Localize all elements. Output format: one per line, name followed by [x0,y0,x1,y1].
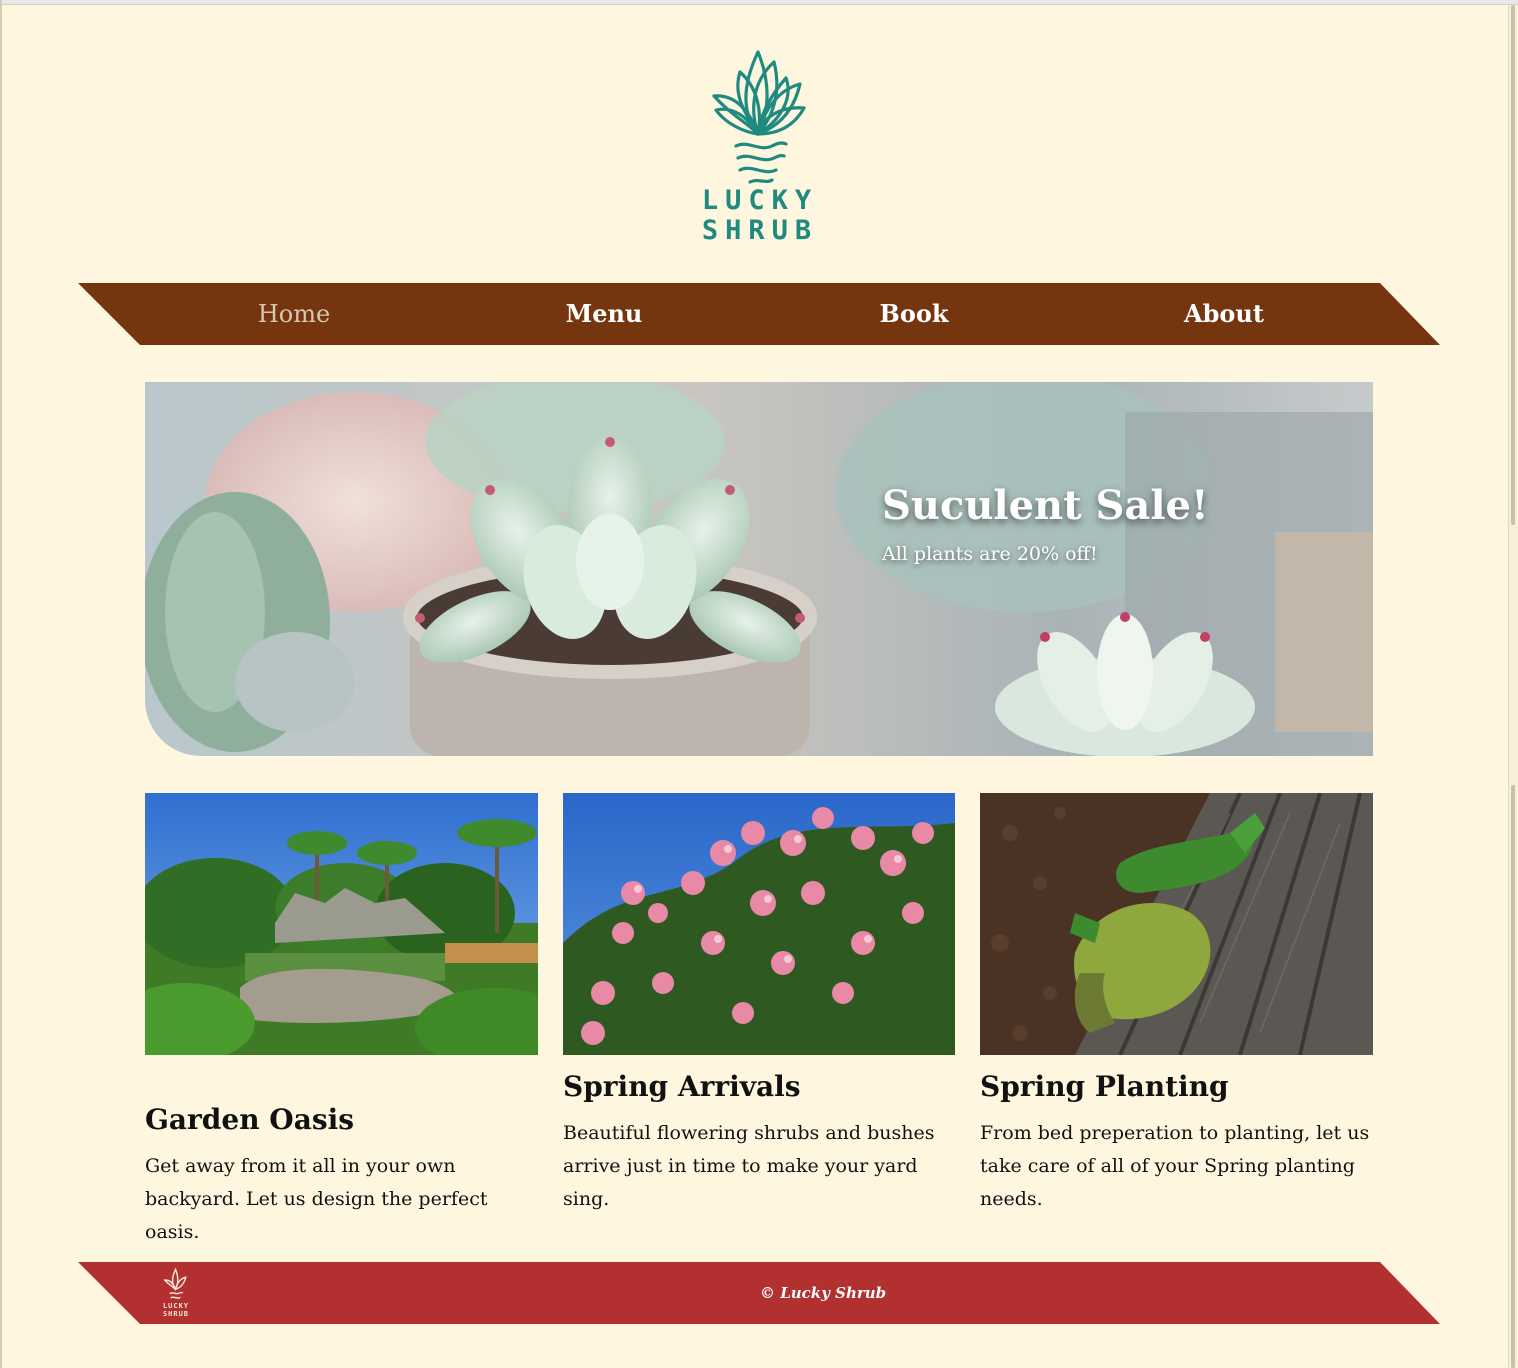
hero-banner[interactable]: Suculent Sale! All plants are 20% off! [145,382,1373,756]
hero-title: Suculent Sale! [882,482,1209,529]
copyright-text: © Lucky Shrub [760,1284,887,1302]
scrollbar-thumb[interactable] [1511,5,1515,525]
succulent-hero-image [145,382,1373,756]
garden-gloves-photo [980,793,1373,1055]
hero-subtitle: All plants are 20% off! [882,543,1098,565]
card-text-spring-arrivals: Beautiful flowering shrubs and bushes ar… [563,1122,935,1210]
card-text-spring-planting: From bed preperation to planting, let us… [980,1122,1370,1210]
card-title-spring-planting: Spring Planting [980,1070,1229,1103]
garden-oasis-image[interactable] [145,793,538,1055]
card-text-garden-oasis: Get away from it all in your own backyar… [145,1155,488,1243]
spring-arrivals-image[interactable] [563,793,955,1055]
card-title-garden-oasis: Garden Oasis [145,1103,355,1136]
card-title-spring-arrivals: Spring Arrivals [563,1070,801,1103]
tropical-garden-photo [145,793,538,1055]
browser-top-edge [0,0,1518,5]
footer-plant-logo-icon [163,1268,187,1299]
pink-oleander-flowers-photo [563,793,955,1055]
site-logo[interactable]: LUCKY SHRUB [700,46,820,251]
spring-planting-image[interactable] [980,793,1373,1055]
footer-logo-text-shrub: SHRUB [162,1310,190,1318]
nav-item-about[interactable]: About [1124,283,1324,345]
main-navigation: Home Menu Book About [78,283,1440,345]
nav-item-home[interactable]: Home [194,283,394,345]
scrollbar-track-segment [1511,785,1515,1368]
logo-text-shrub: SHRUB [701,215,819,246]
site-footer: LUCKY SHRUB © Lucky Shrub [78,1262,1440,1324]
footer-logo[interactable]: LUCKY SHRUB [160,1268,192,1318]
nav-item-book[interactable]: Book [814,283,1014,345]
footer-logo-text-lucky: LUCKY [162,1302,190,1310]
logo-text-lucky: LUCKY [701,185,819,216]
nav-item-menu[interactable]: Menu [504,283,704,345]
plant-pot-logo-icon [712,50,806,184]
page-scrollbar[interactable] [1508,5,1518,1368]
browser-left-edge [0,0,2,1368]
